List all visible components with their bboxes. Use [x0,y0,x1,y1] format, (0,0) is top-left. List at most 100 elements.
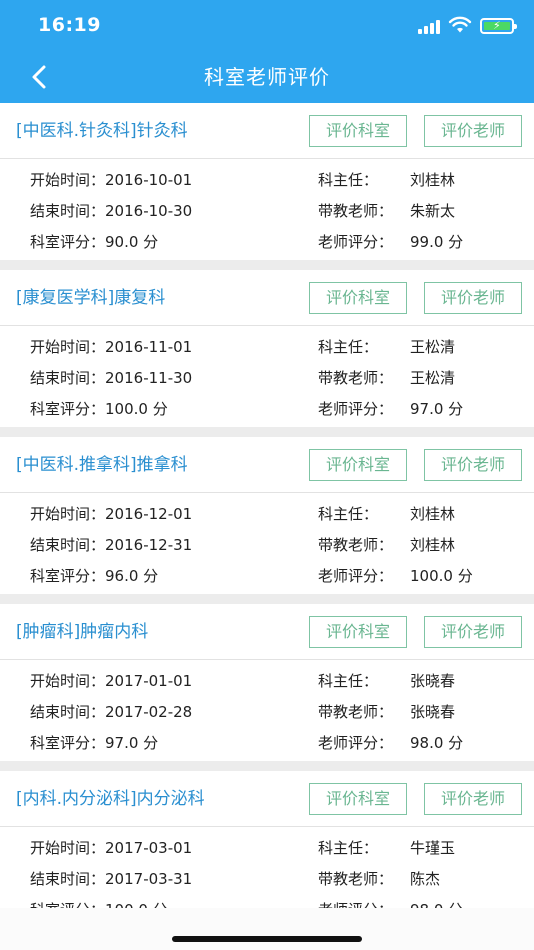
start-time-value: 2017-03-01 [105,839,193,857]
teacher-score-value: 98.0 分 [410,734,464,752]
card-header: [中医科.针灸科]针灸科 评价科室 评价老师 [0,103,534,159]
teacher-score: 老师评分： 99.0 分 [318,228,463,256]
page-title: 科室老师评价 [204,65,330,89]
rate-teacher-button[interactable]: 评价老师 [424,616,522,648]
nav-header: 16:19 ⚡ 科室老师评价 [0,0,534,103]
start-time-value: 2017-01-01 [105,672,193,690]
teacher-score-value: 97.0 分 [410,400,464,418]
rate-teacher-button[interactable]: 评价老师 [424,115,522,147]
start-time-value: 2016-12-01 [105,505,193,523]
dept-score: 科室评分：96.0 分 [30,562,158,590]
start-time: 开始时间：2016-11-01 [30,333,192,361]
director-value: 张晓春 [410,672,456,690]
dept-score: 科室评分：90.0 分 [30,228,158,256]
end-time-label: 结束时间： [30,202,106,220]
director-label: 科主任： [318,505,379,523]
rate-department-button[interactable]: 评价科室 [309,115,407,147]
teacher: 带教老师： 朱新太 [318,197,455,225]
evaluation-card: [中医科.针灸科]针灸科 评价科室 评价老师开始时间：2016-10-01 科主任： 刘… [0,103,534,260]
detail-row: 开始时间：2017-01-01 科主任： 张晓春 [0,667,534,695]
teacher: 带教老师： 陈杰 [318,865,440,893]
teacher-score-value: 100.0 分 [410,567,473,585]
evaluation-card: [肿瘤科]肿瘤内科 评价科室 评价老师 开始时间：2017-01-01 科主任： 张晓春结… [0,604,534,761]
dept-score-label: 科室评分： [30,734,106,752]
battery-charging-icon: ⚡ [480,18,517,34]
home-indicator[interactable] [172,936,362,942]
end-time: 结束时间：2017-02-28 [30,698,192,726]
teacher-value: 朱新太 [410,202,456,220]
detail-row: 结束时间：2017-03-31 带教老师： 陈杰 [0,865,534,893]
start-time-label: 开始时间： [30,672,106,690]
card-header: [肿瘤科]肿瘤内科 评价科室 评价老师 [0,604,534,660]
start-time-value: 2016-11-01 [105,338,193,356]
teacher-label: 带教老师： [318,202,394,220]
end-time: 结束时间：2016-11-30 [30,364,192,392]
director: 科主任： 刘桂林 [318,166,455,194]
detail-row: 开始时间：2016-10-01 科主任： 刘桂林 [0,166,534,194]
teacher-score: 老师评分： 98.0 分 [318,729,463,757]
director-value: 刘桂林 [410,171,456,189]
end-time-label: 结束时间： [30,870,106,888]
evaluation-card: [康复医学科]康复科 评价科室 评价老师 开始时间：2016-11-01 科主任： 王松清… [0,270,534,427]
teacher-label: 带教老师： [318,703,394,721]
start-time-value: 2016-10-01 [105,171,193,189]
teacher-score-label: 老师评分： [318,567,394,585]
department-name: [内科.内分泌科]内分泌科 [16,789,205,809]
teacher-value: 王松清 [410,369,456,387]
dept-score-value: 100.0 分 [105,400,168,418]
dept-score: 科室评分：100.0 分 [30,395,168,423]
dept-score-value: 96.0 分 [105,567,159,585]
teacher-label: 带教老师： [318,369,394,387]
teacher-score-label: 老师评分： [318,734,394,752]
director: 科主任： 张晓春 [318,667,455,695]
evaluation-card: [内科.内分泌科]内分泌科 评价科室 评价老师 开始时间：2017-03-01 科主任：… [0,771,534,928]
rate-department-button[interactable]: 评价科室 [309,449,407,481]
detail-row: 结束时间：2016-11-30 带教老师： 王松清 [0,364,534,392]
rate-department-button[interactable]: 评价科室 [309,282,407,314]
director-value: 牛瑾玉 [410,839,456,857]
card-header: [中医科.推拿科]推拿科 评价科室 评价老师 [0,437,534,493]
director-value: 刘桂林 [410,505,456,523]
director-label: 科主任： [318,672,379,690]
rate-teacher-button[interactable]: 评价老师 [424,783,522,815]
teacher-label: 带教老师： [318,536,394,554]
rate-teacher-button[interactable]: 评价老师 [424,449,522,481]
end-time: 结束时间：2016-12-31 [30,531,192,559]
teacher-score-label: 老师评分： [318,233,394,251]
rate-department-button[interactable]: 评价科室 [309,616,407,648]
director-label: 科主任： [318,338,379,356]
director-value: 王松清 [410,338,456,356]
rate-department-button[interactable]: 评价科室 [309,783,407,815]
rate-teacher-button[interactable]: 评价老师 [424,282,522,314]
teacher-value: 张晓春 [410,703,456,721]
teacher-value: 刘桂林 [410,536,456,554]
end-time-value: 2016-12-31 [105,536,193,554]
detail-row: 开始时间：2016-12-01 科主任： 刘桂林 [0,500,534,528]
start-time: 开始时间：2017-01-01 [30,667,192,695]
dept-score-label: 科室评分： [30,567,106,585]
evaluation-list: [中医科.针灸科]针灸科 评价科室 评价老师 开始时间：2016-10-01 科主任：刘… [0,103,534,938]
teacher-score-label: 老师评分： [318,400,394,418]
detail-row: 开始时间：2016-11-01 科主任： 王松清 [0,333,534,361]
end-time-label: 结束时间： [30,536,106,554]
teacher-value: 陈杰 [410,870,441,888]
card-header: [内科.内分泌科]内分泌科 评价科室 评价老师 [0,771,534,827]
evaluation-card: [中医科.推拿科]推拿科 评价科室 评价老师 开始时间：2016-12-01 科主任： 刘… [0,437,534,594]
end-time-label: 结束时间： [30,369,106,387]
start-time-label: 开始时间： [30,171,106,189]
start-time-label: 开始时间： [30,338,106,356]
end-time-value: 2016-10-30 [105,202,193,220]
teacher-score: 老师评分： 97.0 分 [318,395,463,423]
detail-row: 科室评分：100.0 分 老师评分： 97.0 分 [0,395,534,423]
dept-score-value: 90.0 分 [105,233,159,251]
director: 科主任： 刘桂林 [318,500,455,528]
director: 科主任： 王松清 [318,333,455,361]
dept-score-value: 97.0 分 [105,734,159,752]
director: 科主任： 牛瑾玉 [318,834,455,862]
teacher-score: 老师评分： 100.0 分 [318,562,473,590]
detail-row: 结束时间：2017-02-28 带教老师： 张晓春 [0,698,534,726]
department-name: [中医科.针灸科]针灸科 [16,121,188,141]
status-bar: 16:19 ⚡ [0,0,534,52]
end-time-value: 2016-11-30 [105,369,193,387]
home-indicator-area [0,908,534,950]
